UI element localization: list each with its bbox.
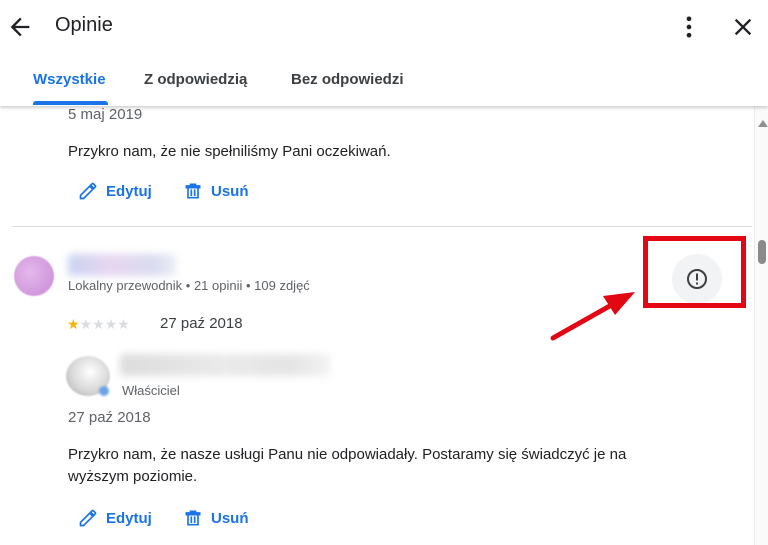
review-date: 27 paź 2018 [160, 315, 243, 332]
delete-button[interactable]: Usuń [183, 181, 249, 201]
star-empty-icon: ★ [92, 316, 105, 332]
reviewer-avatar[interactable] [14, 256, 54, 296]
tab-all[interactable]: Wszystkie [33, 71, 106, 88]
back-arrow-icon [10, 17, 30, 37]
top-bar: Opinie Wszystkie Z odpowiedzią Bez odpow… [0, 0, 768, 106]
review-divider [12, 226, 752, 227]
reviewer-name-redacted [68, 254, 176, 276]
edit-pencil-icon [79, 509, 97, 527]
close-icon [734, 18, 752, 36]
tab-without-reply[interactable]: Bez odpowiedzi [291, 71, 404, 88]
star-empty-icon: ★ [117, 316, 130, 332]
reviews-list: 5 maj 2019 Przykro nam, że nie spełniliś… [0, 106, 754, 545]
owner-reply-text-line1: Przykro nam, że nasze usługi Panu nie od… [68, 446, 627, 463]
delete-reply-button[interactable]: Usuń [183, 508, 249, 528]
owner-reply-text-line2: wyższym poziomie. [68, 468, 198, 485]
more-options-button[interactable] [675, 13, 703, 41]
edit-label: Edytuj [106, 182, 152, 200]
edit-pencil-icon [79, 182, 97, 200]
delete-label: Usuń [211, 182, 249, 200]
scrollbar[interactable] [754, 106, 768, 545]
back-button[interactable] [6, 13, 34, 41]
owner-reply-date: 27 paź 2018 [68, 409, 151, 426]
more-vert-icon [686, 16, 692, 38]
edit-label: Edytuj [106, 509, 152, 527]
trash-icon [185, 510, 201, 526]
owner-name-redacted [120, 354, 330, 376]
annotation-highlight-box [643, 236, 746, 308]
rating-stars: ★ ★ ★ ★ ★ [67, 316, 130, 332]
page-title: Opinie [55, 14, 113, 36]
verified-badge-icon [99, 386, 109, 396]
scroll-thumb[interactable] [758, 240, 766, 264]
reply-date: 5 maj 2019 [68, 106, 143, 123]
active-tab-indicator [33, 101, 108, 105]
delete-label: Usuń [211, 509, 249, 527]
star-filled-icon: ★ [67, 316, 80, 332]
reply-text: Przykro nam, że nie spełniliśmy Pani ocz… [68, 143, 391, 160]
reviewer-meta: Lokalny przewodnik • 21 opinii • 109 zdj… [68, 278, 310, 293]
star-empty-icon: ★ [79, 316, 93, 332]
scroll-up-arrow-icon[interactable] [758, 120, 768, 127]
close-button[interactable] [729, 13, 757, 41]
edit-reply-button[interactable]: Edytuj [78, 508, 152, 528]
annotation-arrow-icon [550, 292, 635, 341]
star-empty-icon: ★ [104, 316, 118, 332]
owner-role: Właściciel [122, 383, 180, 398]
trash-icon [185, 183, 201, 199]
edit-button[interactable]: Edytuj [78, 181, 152, 201]
tab-with-reply[interactable]: Z odpowiedzią [144, 71, 247, 88]
